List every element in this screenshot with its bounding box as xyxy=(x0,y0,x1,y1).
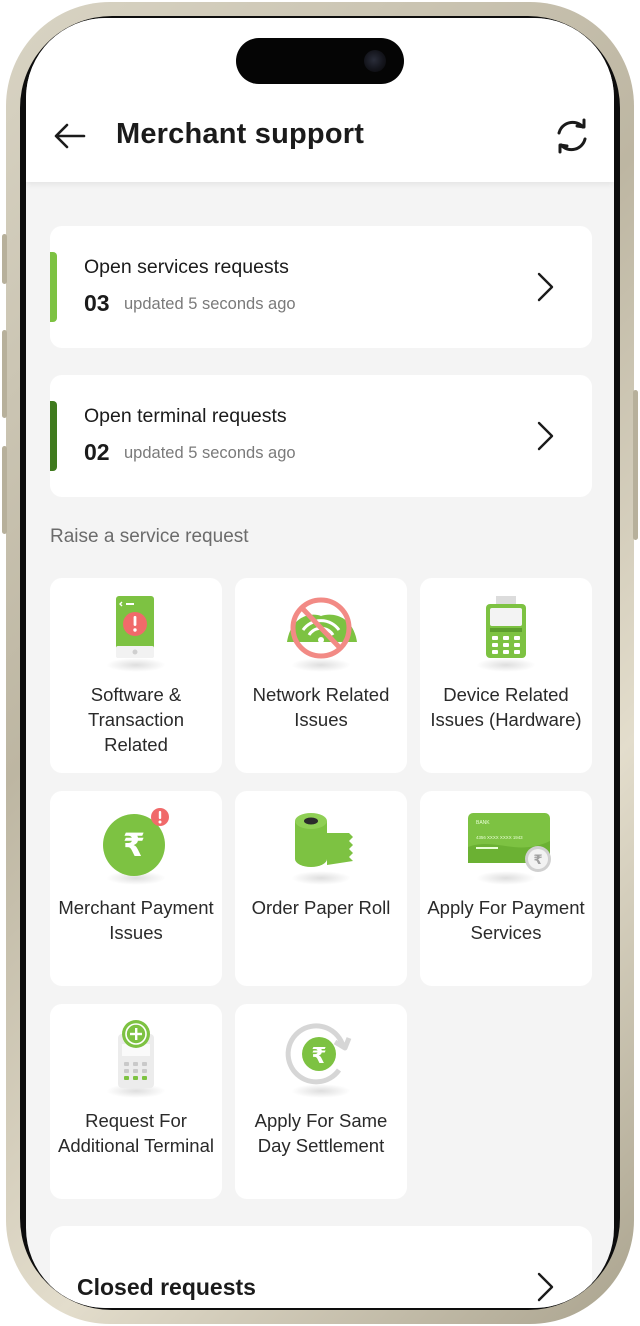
tile-request-additional-terminal[interactable]: Request For Additional Terminal xyxy=(50,1004,222,1199)
tile-label: Order Paper Roll xyxy=(251,897,391,918)
tile-order-paper-roll[interactable]: Order Paper Roll xyxy=(235,791,407,986)
tile-label: Apply For Payment Services xyxy=(427,897,585,943)
tile-label: Apply For Same Day Settlement xyxy=(254,1110,388,1156)
pos-terminal-icon xyxy=(486,596,526,658)
closed-requests-card[interactable]: Closed requests xyxy=(50,1226,592,1308)
tile-label: Network Related Issues xyxy=(252,684,390,730)
card-number-text: 4356 XXXX XXXX 1943 xyxy=(476,835,523,840)
tile-label: Software & Transaction Related xyxy=(88,684,184,755)
request-count: 03 xyxy=(84,290,110,316)
back-button[interactable] xyxy=(50,116,90,156)
card-title: Open services requests xyxy=(84,256,289,278)
chevron-right-icon xyxy=(537,1272,554,1302)
tile-label: Device Related Issues (Hardware) xyxy=(430,684,582,730)
tile-label: Request For Additional Terminal xyxy=(58,1110,214,1156)
refresh-button[interactable] xyxy=(552,116,592,156)
side-button-silent xyxy=(2,234,7,284)
tile-label: Merchant Payment Issues xyxy=(58,897,214,943)
request-count: 02 xyxy=(84,439,110,465)
closed-requests-title: Closed requests xyxy=(77,1274,256,1300)
add-terminal-icon xyxy=(118,1020,154,1088)
tile-device-issues[interactable]: Device Related Issues (Hardware) xyxy=(420,578,592,773)
card-accent-bar xyxy=(50,252,57,322)
app-screen: Merchant support Open services requests … xyxy=(26,18,614,1308)
card-title: Open terminal requests xyxy=(84,405,287,427)
phone-alert-icon xyxy=(116,596,154,658)
tile-merchant-payment-issues[interactable]: ₹ Merchant Payment Issues xyxy=(50,791,222,986)
card-bank-text: BANK xyxy=(476,820,490,826)
card-accent-bar xyxy=(50,401,57,471)
updated-time: updated 5 seconds ago xyxy=(124,295,296,313)
side-button-power xyxy=(633,390,638,540)
tile-apply-same-day-settlement[interactable]: ₹ Apply For Same Day Settlement xyxy=(235,1004,407,1199)
side-button-volume-down xyxy=(2,446,7,534)
chevron-right-icon xyxy=(537,421,554,451)
svg-text:₹: ₹ xyxy=(311,1044,326,1069)
open-terminal-requests-card[interactable]: Open terminal requests 02 updated 5 seco… xyxy=(50,375,592,497)
refresh-icon xyxy=(557,118,587,154)
updated-time: updated 5 seconds ago xyxy=(124,444,296,462)
rupee-cycle-icon: ₹ xyxy=(285,1023,352,1085)
page-title: Merchant support xyxy=(116,118,365,150)
arrow-left-icon xyxy=(54,123,86,149)
camera-icon xyxy=(364,50,386,72)
no-wifi-icon xyxy=(287,597,357,659)
section-label: Raise a service request xyxy=(50,526,249,547)
tile-network-issues[interactable]: Network Related Issues xyxy=(235,578,407,773)
paper-roll-icon xyxy=(295,813,353,867)
side-button-volume-up xyxy=(2,330,7,418)
chevron-right-icon xyxy=(537,272,554,302)
svg-text:₹: ₹ xyxy=(533,853,542,868)
bank-card-icon: BANK 4356 XXXX XXXX 1943 ₹ xyxy=(468,813,551,872)
dynamic-island xyxy=(236,38,404,84)
tile-apply-payment-services[interactable]: BANK 4356 XXXX XXXX 1943 ₹ Apply For Pay… xyxy=(420,791,592,986)
open-services-requests-card[interactable]: Open services requests 03 updated 5 seco… xyxy=(50,226,592,348)
svg-text:₹: ₹ xyxy=(123,826,145,864)
tile-software-transaction[interactable]: Software & Transaction Related xyxy=(50,578,222,773)
rupee-alert-icon: ₹ xyxy=(103,808,169,876)
